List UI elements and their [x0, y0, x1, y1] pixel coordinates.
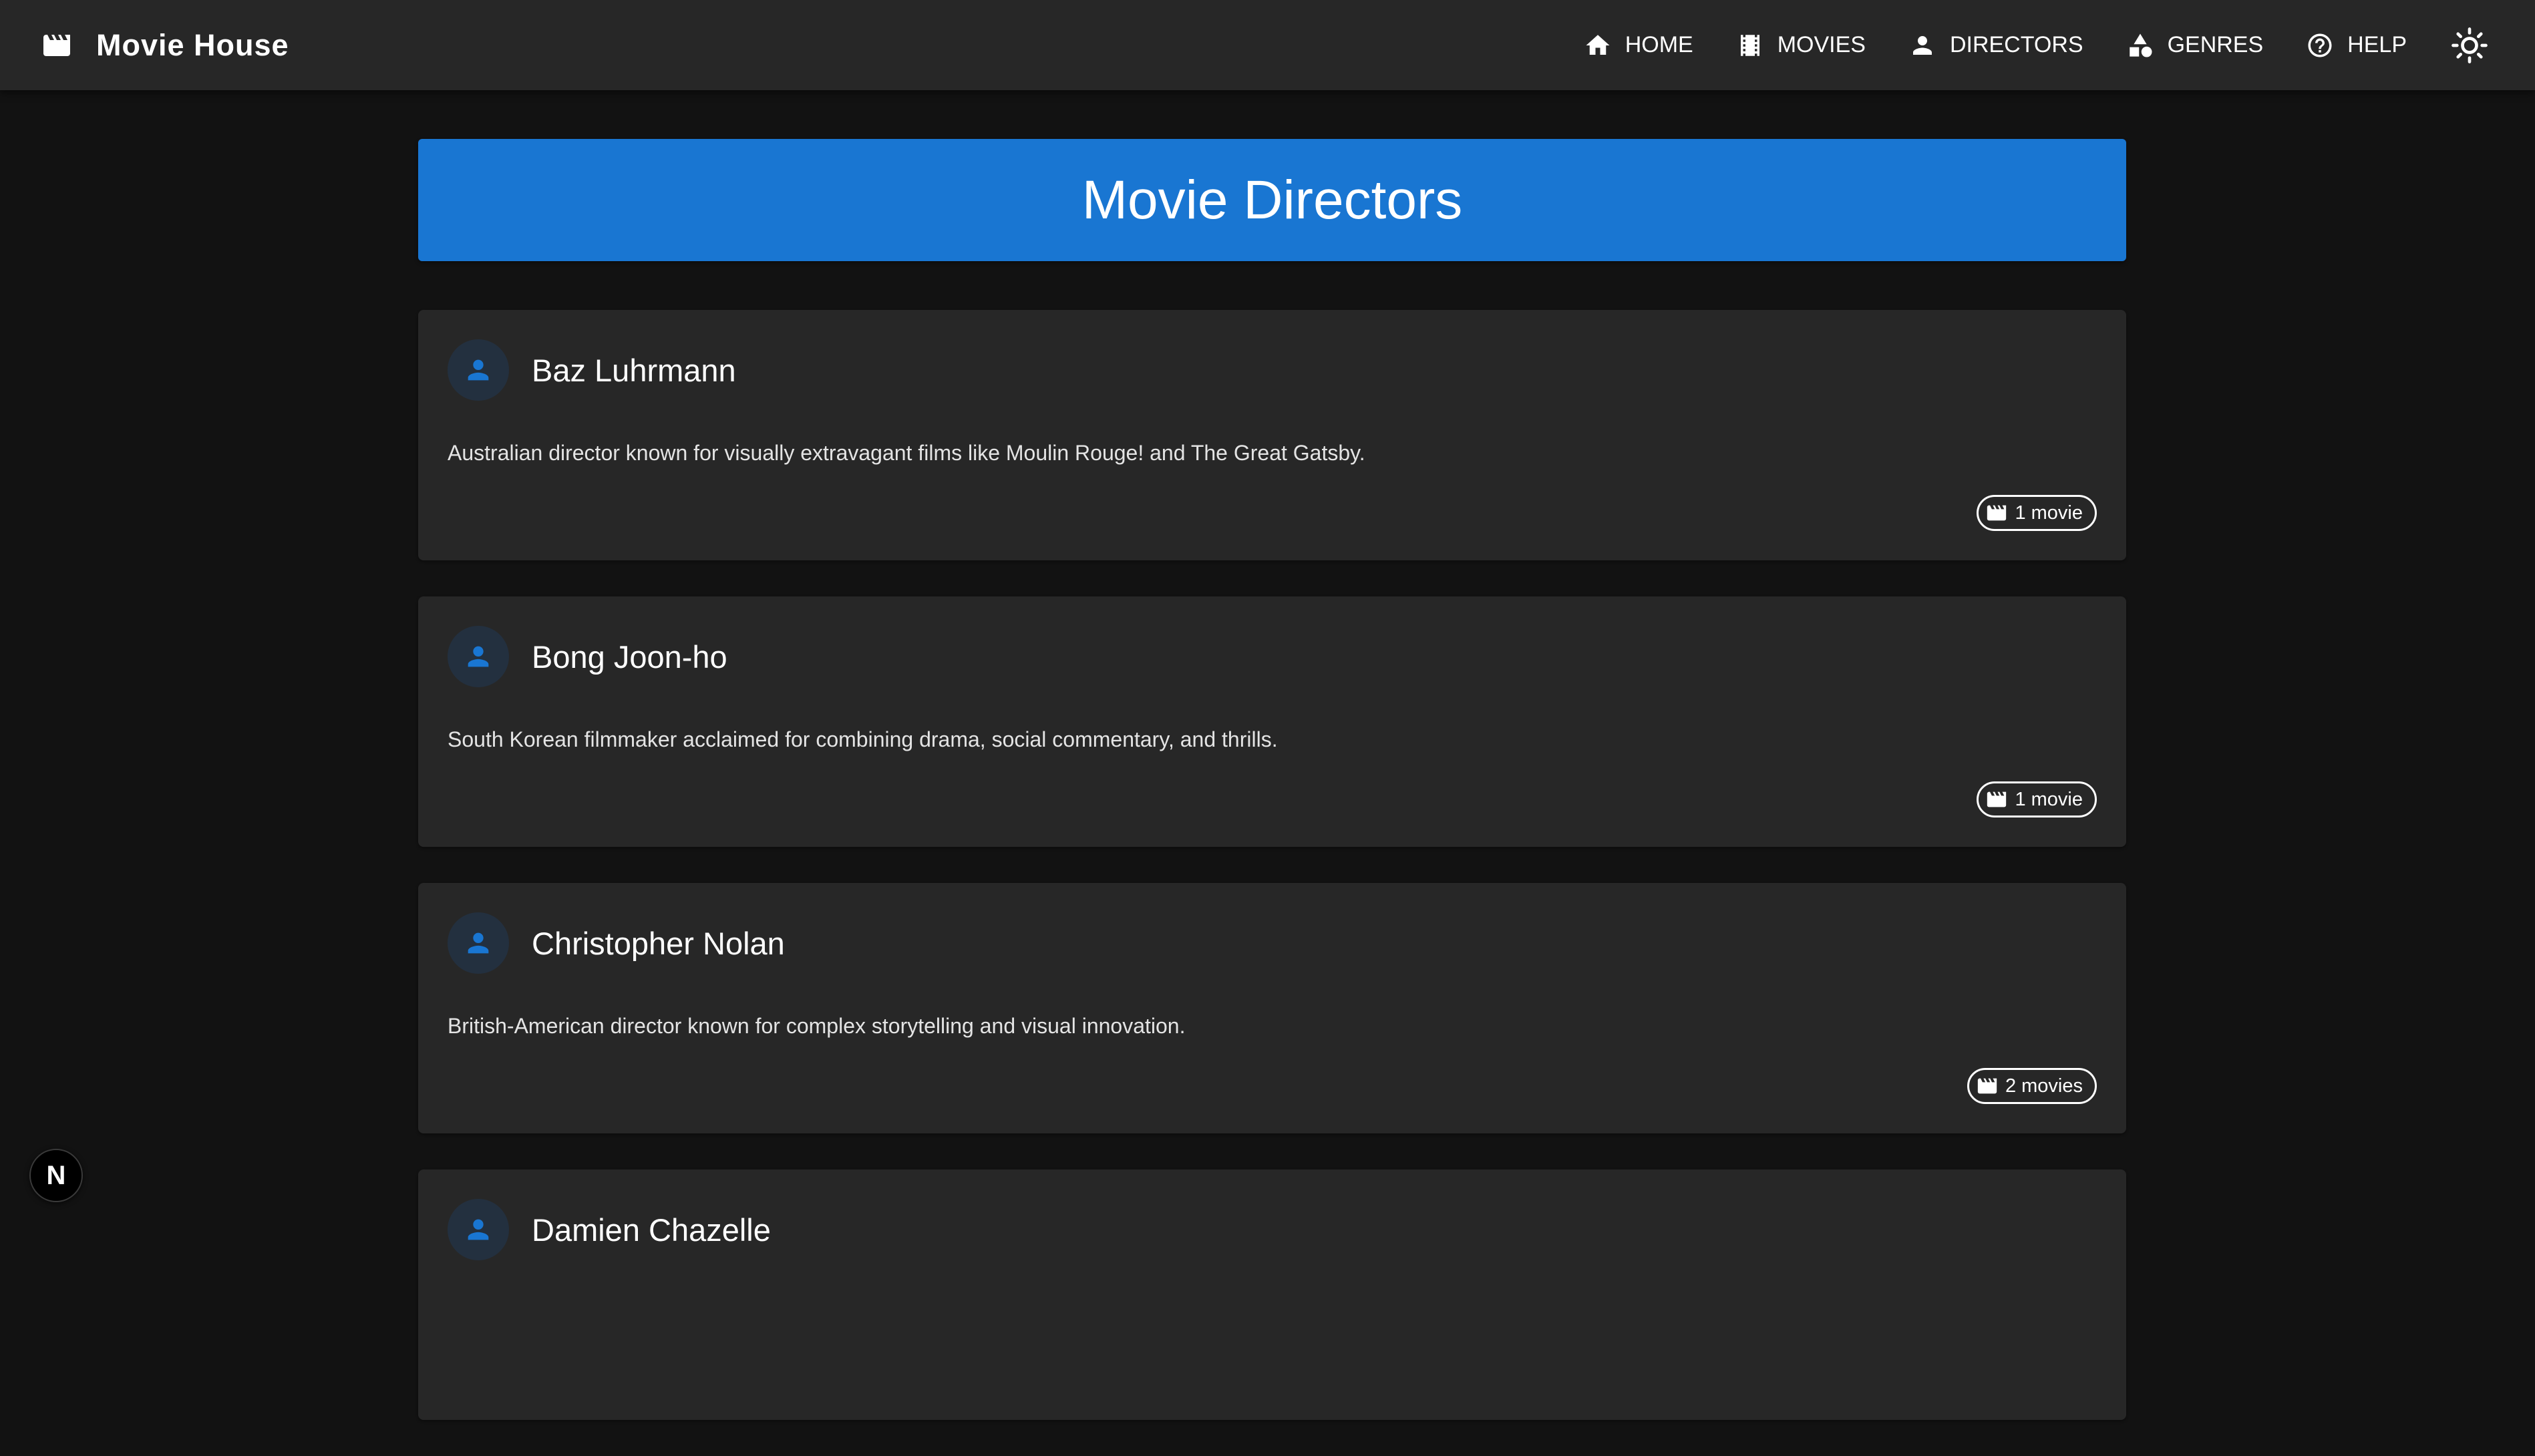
director-card[interactable]: Christopher Nolan British-American direc… [418, 883, 2126, 1133]
clapperboard-icon [43, 34, 70, 56]
nextjs-dev-indicator[interactable]: N [29, 1149, 83, 1202]
nav-help-label: HELP [2347, 32, 2407, 57]
director-card-header: Damien Chazelle [448, 1199, 2097, 1260]
sun-icon [2452, 27, 2488, 63]
nextjs-logo-letter: N [46, 1160, 66, 1190]
movie-count-label: 1 movie [2015, 788, 2083, 810]
theme-toggle-button[interactable] [2443, 19, 2496, 72]
person-icon [1912, 35, 1932, 55]
page-title: Movie Directors [1081, 169, 1463, 230]
help-icon [2308, 33, 2332, 57]
avatar [448, 912, 509, 974]
movie-count-chip: 1 movie [1977, 495, 2097, 531]
director-name: Damien Chazelle [532, 1212, 771, 1248]
director-name: Christopher Nolan [532, 925, 785, 961]
director-name: Baz Luhrmann [532, 352, 736, 388]
avatar [448, 1199, 509, 1260]
director-card-header: Baz Luhrmann [448, 339, 2097, 401]
app-bar: Movie House HOME MOVIES DIRECTORS GENRES… [0, 0, 2535, 90]
clapperboard-icon [1987, 505, 2007, 521]
director-card-header: Bong Joon-ho [448, 626, 2097, 687]
director-bio: British-American director known for comp… [448, 1014, 1186, 1038]
movie-count-label: 1 movie [2015, 502, 2083, 524]
nav-directors[interactable]: DIRECTORS [1887, 19, 2105, 72]
nav-directors-label: DIRECTORS [1949, 32, 2083, 57]
person-icon [468, 359, 489, 381]
director-card[interactable]: Bong Joon-ho South Korean filmmaker accl… [418, 596, 2126, 847]
person-icon [468, 932, 489, 954]
brand[interactable]: Movie House [39, 28, 289, 63]
nav-movies-label: MOVIES [1777, 32, 1866, 57]
category-icon [2129, 33, 2152, 57]
main-content: Movie Directors Baz Luhrmann Australian … [418, 139, 2126, 1456]
nav-home[interactable]: HOME [1562, 19, 1715, 72]
main-nav: HOME MOVIES DIRECTORS GENRES HELP [1562, 19, 2496, 72]
nav-home-label: HOME [1625, 32, 1693, 57]
avatar [448, 626, 509, 687]
director-card[interactable]: Baz Luhrmann Australian director known f… [418, 310, 2126, 560]
person-icon [468, 1219, 489, 1240]
avatar [448, 339, 509, 401]
movie-count-chip: 2 movies [1967, 1068, 2097, 1104]
director-card[interactable]: Damien Chazelle [418, 1169, 2126, 1420]
film-icon [1740, 34, 1759, 56]
director-list: Baz Luhrmann Australian director known f… [418, 310, 2126, 1420]
nav-help[interactable]: HELP [2285, 19, 2428, 72]
home-icon [1586, 34, 1610, 55]
clapperboard-icon [1977, 1078, 1997, 1094]
director-card-header: Christopher Nolan [448, 912, 2097, 974]
movie-count-label: 2 movies [2005, 1075, 2083, 1097]
nav-genres[interactable]: GENRES [2105, 19, 2285, 72]
nav-movies[interactable]: MOVIES [1715, 19, 1887, 72]
director-bio: Australian director known for visually e… [448, 441, 1365, 465]
app-title: Movie House [96, 27, 289, 62]
nav-genres-label: GENRES [2167, 32, 2264, 57]
clapperboard-icon [1987, 791, 2007, 807]
person-icon [468, 646, 489, 667]
director-name: Bong Joon-ho [532, 639, 727, 675]
page-header-banner: Movie Directors [418, 139, 2126, 261]
director-bio: South Korean filmmaker acclaimed for com… [448, 727, 1278, 751]
movie-count-chip: 1 movie [1977, 781, 2097, 817]
